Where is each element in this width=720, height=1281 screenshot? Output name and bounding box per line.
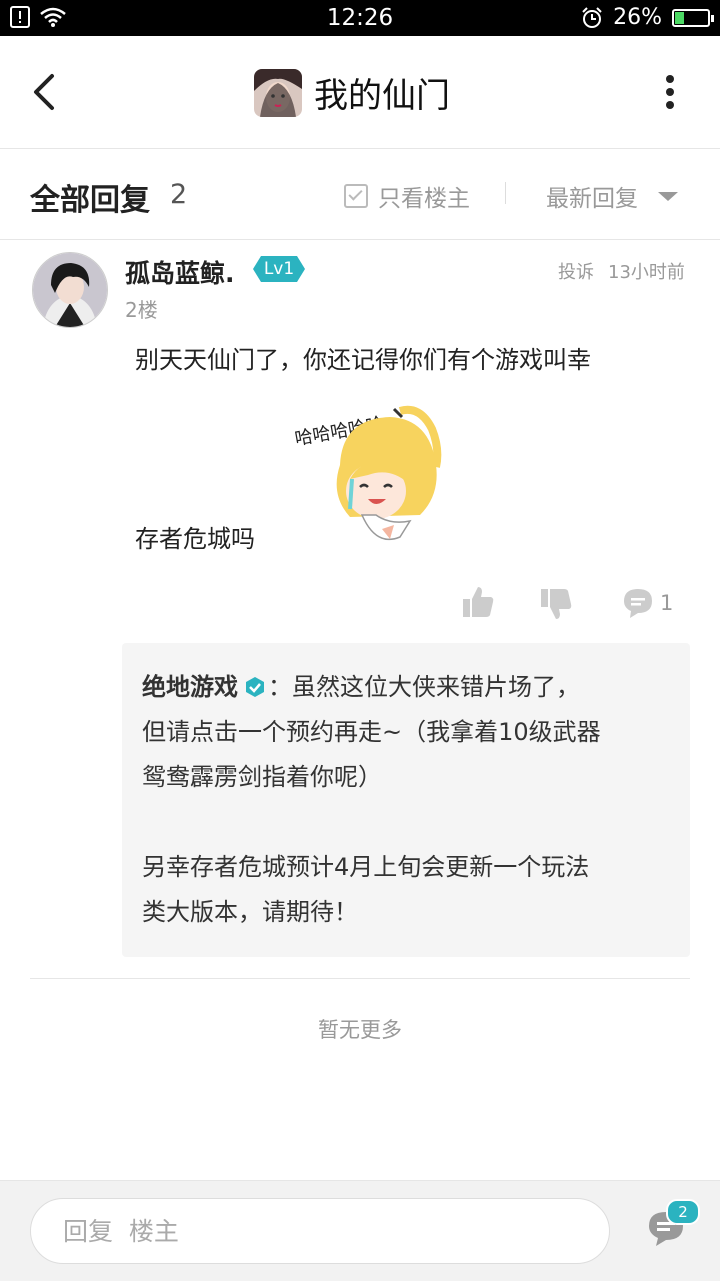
sub-reply-text-1: ：虽然这位大侠来错片场了，	[268, 673, 580, 701]
title-group: 我的仙门	[254, 68, 450, 117]
comment-count: 1	[660, 591, 674, 615]
thumbs-up-icon[interactable]	[462, 585, 494, 619]
timestamp: 13小时前	[608, 262, 685, 283]
battery-percent: 26%	[613, 5, 662, 30]
no-more-label: 暂无更多	[318, 1018, 402, 1042]
comment-button[interactable]: 1	[622, 587, 673, 619]
comment-icon	[624, 589, 652, 618]
reply-count: 2	[170, 179, 188, 210]
back-arrow-icon[interactable]	[28, 70, 68, 114]
floor-number: 2楼	[125, 298, 158, 322]
sub-reply-text-2: 但请点击一个预约再走~（我拿着10级武器	[142, 718, 601, 746]
page-title: 我的仙门	[314, 76, 450, 116]
username[interactable]: 孤岛蓝鲸.	[125, 254, 235, 290]
bottom-bar: 2	[0, 1180, 720, 1281]
sub-reply-text-4: 另幸存者危城预计4月上旬会更新一个玩法	[142, 853, 590, 881]
verified-icon	[246, 677, 264, 697]
replies-toolbar: 全部回复 2 只看楼主 最新回复	[0, 149, 720, 240]
battery-icon	[672, 8, 714, 27]
avatar[interactable]	[32, 252, 108, 328]
sub-reply-text-5: 类大版本，请期待！	[142, 898, 358, 926]
game-icon	[254, 68, 302, 117]
status-bar: 12:26 26%	[0, 0, 720, 36]
caret-down-icon	[658, 191, 678, 201]
all-replies-label: 全部回复	[30, 183, 150, 218]
report-link[interactable]: 投诉	[558, 258, 594, 284]
alarm-icon	[582, 6, 602, 28]
only-op-label: 只看楼主	[378, 186, 470, 212]
only-op-toggle[interactable]: 只看楼主	[344, 179, 470, 213]
header: 我的仙门	[0, 36, 720, 149]
sub-reply-author[interactable]: 绝地游戏	[142, 673, 238, 701]
only-op-checkbox[interactable]	[344, 184, 368, 208]
level-label: Lv1	[263, 259, 295, 279]
battery-level	[675, 11, 684, 24]
sub-reply[interactable]: 绝地游戏 ：虽然这位大侠来错片场了， 但请点击一个预约再走~（我拿着10级武器 …	[122, 643, 690, 957]
reply-input[interactable]	[61, 1199, 585, 1263]
divider	[505, 182, 506, 204]
sort-label: 最新回复	[546, 186, 638, 212]
laughing-girl-sticker: 哈哈哈哈哈...	[293, 405, 442, 541]
sort-dropdown[interactable]: 最新回复	[546, 179, 678, 213]
more-vertical-icon[interactable]	[664, 74, 676, 110]
divider	[30, 978, 690, 979]
reply-content: 别天天仙门了，你还记得你们有个游戏叫幸	[135, 346, 591, 374]
sub-reply-text-3: 鸳鸯霹雳剑指着你呢）	[142, 763, 382, 791]
thumbs-down-icon[interactable]	[540, 587, 572, 621]
level-badge: Lv1	[253, 256, 305, 282]
reply-actions: 1	[0, 585, 720, 625]
reply-content-continued: 存者危城吗	[135, 525, 255, 553]
reply-input-wrapper[interactable]	[30, 1198, 610, 1264]
comments-badge: 2	[666, 1199, 700, 1225]
